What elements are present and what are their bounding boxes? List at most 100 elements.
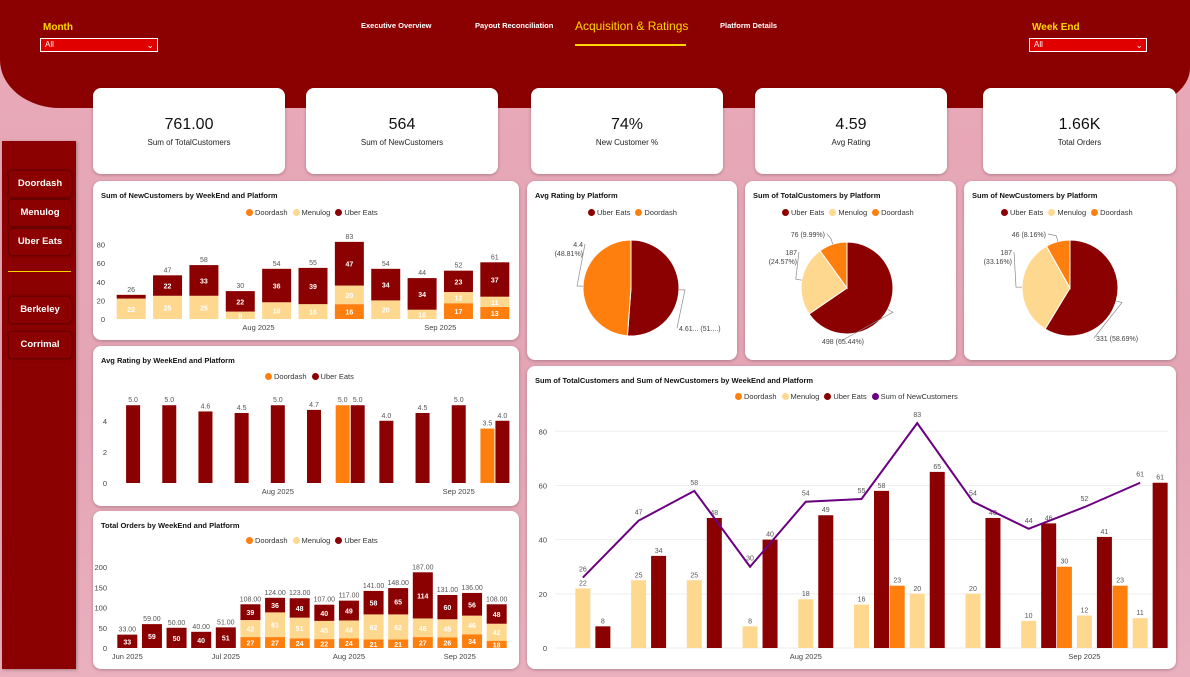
line-data-label: 58: [690, 480, 698, 487]
platform-button-menulog[interactable]: Menulog: [9, 200, 71, 226]
data-label: 46: [468, 623, 476, 630]
newcust-weekend-card: Sum of NewCustomers by WeekEnd and Platf…: [93, 181, 519, 340]
tab-acquisition-ratings[interactable]: Acquisition & Ratings: [575, 19, 688, 33]
data-label: 5.0: [273, 397, 283, 404]
kpi-new-customers: 564 Sum of NewCustomers: [306, 88, 498, 174]
line-data-label: 83: [913, 412, 921, 419]
combo-card: Sum of TotalCustomers and Sum of NewCust…: [527, 366, 1176, 669]
month-dropdown-value: All: [45, 40, 54, 49]
x-tick-label: Sep 2025: [443, 487, 475, 496]
kpi-value: 761.00: [164, 116, 214, 133]
data-label: 4.0: [498, 413, 508, 420]
data-label: 58: [878, 483, 886, 490]
pie-data-label: (24.57%): [769, 259, 797, 266]
y-tick-label: 50: [99, 624, 107, 633]
month-slicer[interactable]: Month All ⌄: [40, 20, 160, 56]
data-label: 13: [491, 311, 499, 318]
data-label: 23: [455, 279, 463, 286]
data-label: 5.0: [338, 397, 348, 404]
data-label: 45: [320, 628, 328, 635]
x-tick-label: Jun 2025: [112, 652, 143, 661]
weekend-dropdown[interactable]: All ⌄: [1029, 38, 1147, 52]
bar: [270, 405, 285, 483]
data-label: 20: [969, 586, 977, 593]
bar: [234, 413, 249, 483]
platform-button-ubereats[interactable]: Uber Eats: [9, 229, 71, 255]
data-label: 59: [148, 634, 156, 641]
bar: [818, 515, 834, 648]
orders-weekend-card: Total Orders by WeekEnd and Platform Doo…: [93, 511, 519, 669]
data-label: 51: [296, 626, 304, 633]
line-data-label: 26: [579, 567, 587, 574]
bar: [307, 409, 321, 483]
tab-platform-details[interactable]: Platform Details: [720, 21, 777, 30]
data-label: 30: [1061, 559, 1069, 566]
x-tick-label: Sep 2025: [444, 652, 476, 661]
total-label: 131.00: [437, 587, 459, 594]
pie-new-card: Sum of NewCustomers by Platform Uber Eat…: [964, 181, 1176, 360]
total-label: 108.00: [240, 596, 262, 603]
chevron-down-icon: ⌄: [146, 40, 154, 50]
pie-leader-line: [826, 233, 834, 245]
month-dropdown[interactable]: All ⌄: [40, 38, 158, 52]
line-data-label: 52: [1081, 496, 1089, 503]
data-label: 20: [382, 308, 390, 315]
month-slicer-label: Month: [43, 22, 73, 33]
kpi-total-customers: 761.00 Sum of TotalCustomers: [93, 88, 285, 174]
data-label: 33: [123, 639, 131, 646]
bar: [495, 420, 510, 483]
weekend-dropdown-value: All: [1034, 40, 1043, 49]
data-label: 25: [690, 572, 698, 579]
kpi-label: Avg Rating: [831, 138, 871, 147]
weekend-slicer[interactable]: Week End All ⌄: [1029, 20, 1149, 56]
total-label: 124.00: [264, 590, 286, 597]
kpi-value: 564: [388, 116, 416, 133]
store-button-corrimal[interactable]: Corrimal: [9, 332, 71, 358]
data-label: 24: [345, 641, 353, 648]
pie-slice: [626, 239, 680, 337]
platform-button-doordash[interactable]: Doordash: [9, 171, 71, 197]
total-label: 52: [455, 263, 463, 270]
data-label: 10: [1025, 613, 1033, 620]
data-label: 33: [200, 278, 208, 285]
data-label: 10: [418, 312, 426, 319]
tab-executive-overview[interactable]: Executive Overview: [361, 21, 431, 30]
data-label: 27: [271, 641, 279, 648]
data-label: 12: [455, 296, 463, 303]
x-tick-label: Aug 2025: [262, 487, 294, 496]
kpi-value: 74%: [610, 116, 644, 133]
sidebar: Doordash Menulog Uber Eats Berkeley Corr…: [2, 141, 76, 669]
pie-data-label: 498 (65.44%): [822, 339, 864, 346]
pie-data-label: (33.16%): [984, 259, 1012, 266]
data-label: 25: [164, 305, 172, 312]
y-tick-label: 4: [103, 417, 107, 426]
kpi-label: Sum of TotalCustomers: [147, 138, 231, 147]
bar: [415, 413, 430, 483]
data-label: 34: [382, 283, 390, 290]
bar: [929, 471, 945, 648]
data-label: 34: [468, 639, 476, 646]
pie-total-chart: 498 (65.44%) 187 (24.57%) 76 (9.99%): [769, 232, 894, 346]
data-label: 17: [455, 309, 463, 316]
bar: [798, 599, 814, 648]
data-label: 48: [296, 606, 304, 613]
data-label: 47: [345, 262, 353, 269]
data-label: 22: [236, 299, 244, 306]
store-button-berkeley[interactable]: Berkeley: [9, 297, 71, 323]
kpi-label: Total Orders: [1057, 138, 1102, 147]
pie-data-label: (48.81%): [555, 251, 583, 258]
data-label: 114: [417, 593, 428, 600]
total-label: 51.00: [217, 619, 235, 626]
data-label: 65: [933, 464, 941, 471]
y-tick-label: 200: [94, 563, 107, 572]
total-label: 40.00: [192, 624, 210, 631]
data-label: 61: [271, 623, 279, 630]
data-label: 4.5: [237, 405, 247, 412]
tab-payout-reconciliation[interactable]: Payout Reconciliation: [475, 21, 553, 30]
bar: [1056, 566, 1072, 648]
bar: [854, 604, 869, 648]
combo-chart: 020406080Aug 2025 Sep 2025228253425488401…: [539, 412, 1168, 661]
data-label: 5.0: [128, 397, 138, 404]
y-tick-label: 20: [539, 590, 547, 599]
data-label: 21: [370, 642, 378, 649]
